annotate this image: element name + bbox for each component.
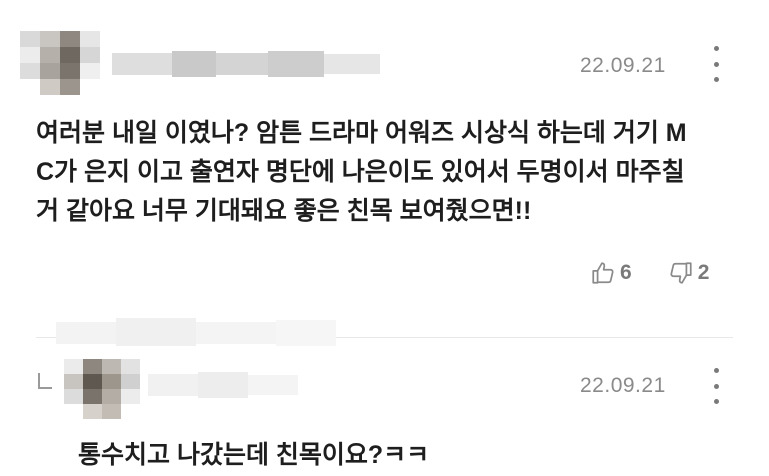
reply-author-ghost: [56, 316, 336, 350]
comment-text-line: 거 같아요 너무 기대돼요 좋은 친목 보여줬으면!!: [36, 197, 532, 225]
author-name: [112, 51, 380, 77]
like-button[interactable]: 6: [590, 260, 632, 286]
vote-bar: 6 2: [590, 260, 709, 286]
thumbs-up-icon: [592, 262, 614, 284]
comment-item: 22.09.21 여러분 내일 이였나? 암튼 드라마 어워즈 시상식 하는데 …: [0, 0, 769, 320]
reply-author-name: [148, 372, 298, 398]
like-count: 6: [620, 261, 632, 284]
comment-text-line: C가 은지 이고 출연자 명단에 나은이도 있어서 두명이서 마주칠: [36, 158, 685, 186]
comment-body: 여러분 내일 이였나? 암튼 드라마 어워즈 시상식 하는데 거기 M C가 은…: [36, 114, 736, 231]
reply-date: 22.09.21: [580, 374, 666, 397]
avatar: [20, 31, 100, 95]
reply-avatar: [64, 359, 140, 419]
dislike-count: 2: [697, 261, 710, 284]
reply-text-line: 통수치고 나갔는데 친목이요?ㅋㅋ: [78, 441, 430, 469]
reply-body: 통수치고 나갔는데 친목이요?ㅋㅋ: [78, 436, 769, 475]
reply-indicator-icon: [38, 373, 52, 389]
thumbs-down-icon: [670, 262, 692, 284]
comment-text-line: 여러분 내일 이였나? 암튼 드라마 어워즈 시상식 하는데 거기 M: [36, 119, 687, 147]
more-vertical-icon[interactable]: [704, 368, 728, 404]
more-vertical-icon[interactable]: [704, 46, 728, 82]
dislike-button[interactable]: 2: [668, 260, 710, 286]
comment-date: 22.09.21: [580, 54, 666, 77]
